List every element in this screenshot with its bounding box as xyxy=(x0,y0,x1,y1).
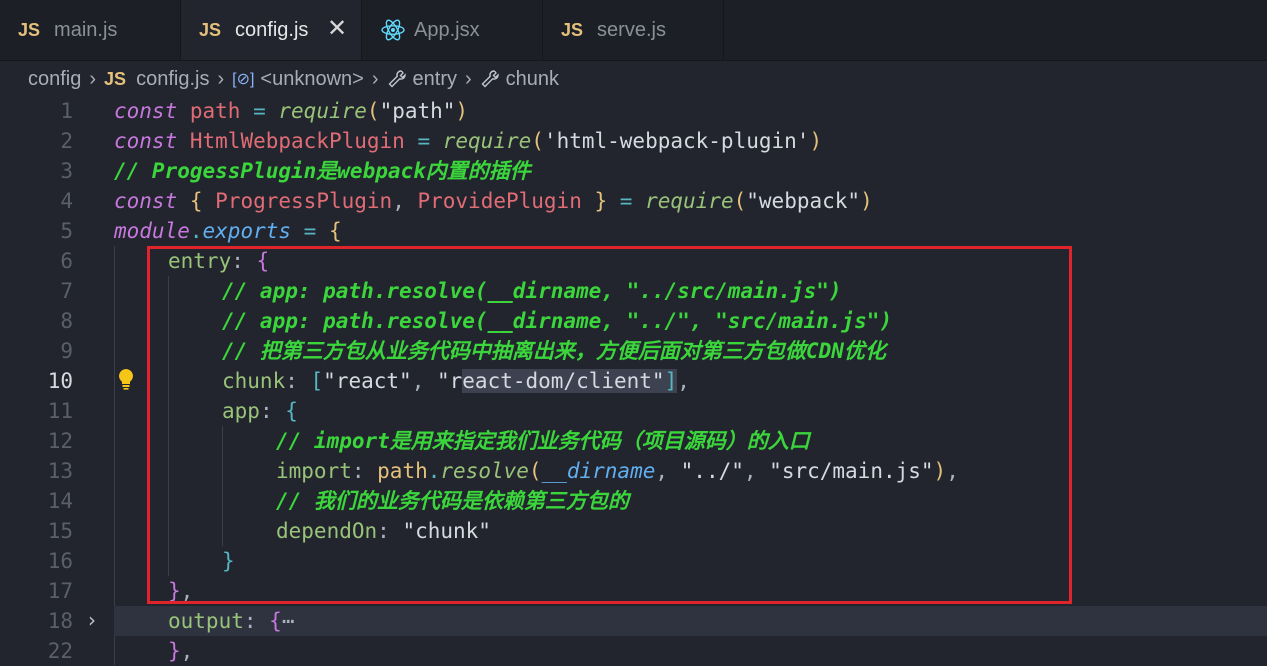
tab-label: serve.js xyxy=(597,18,666,41)
js-file-icon: JS xyxy=(18,19,41,40)
tab-app-jsx[interactable]: App.jsx xyxy=(362,0,543,60)
line-number: 14 xyxy=(47,489,73,513)
lightbulb-icon[interactable] xyxy=(116,368,136,390)
variable-icon: [⊘] xyxy=(232,71,255,88)
line-number: 2 xyxy=(60,129,73,153)
line-number: 3 xyxy=(60,159,73,183)
line-number: 6 xyxy=(60,249,73,273)
line-number: 16 xyxy=(47,549,73,573)
line-number: 11 xyxy=(47,399,73,423)
tab-label: main.js xyxy=(54,18,118,41)
js-file-icon: JS xyxy=(199,19,222,40)
breadcrumb: config › JS config.js › [⊘] <unknown> › … xyxy=(0,60,1267,98)
line-number: 10 xyxy=(47,369,73,393)
line-number: 7 xyxy=(60,279,73,303)
tab-bar: JS main.js JS config.js ✕ App.jsx JS ser… xyxy=(0,0,1267,61)
line-number: 17 xyxy=(47,579,73,603)
line-number: 4 xyxy=(60,189,73,213)
tab-serve-js[interactable]: JS serve.js xyxy=(543,0,724,60)
chevron-right-icon: › xyxy=(371,67,379,90)
breadcrumb-symbol-chunk[interactable]: chunk xyxy=(506,68,559,91)
code-line: 3 // ProgessPlugin是webpack内置的插件 xyxy=(0,156,1267,186)
tab-main-js[interactable]: JS main.js xyxy=(0,0,181,60)
wrench-icon xyxy=(481,70,499,88)
line-number: 12 xyxy=(47,429,73,453)
chevron-right-icon: › xyxy=(464,67,472,90)
line-number: 8 xyxy=(60,309,73,333)
code-line: 4 const { ProgressPlugin, ProvidePlugin … xyxy=(0,186,1267,216)
line-number: 15 xyxy=(47,519,73,543)
line-number: 13 xyxy=(47,459,73,483)
tab-config-js[interactable]: JS config.js ✕ xyxy=(181,0,362,60)
chevron-right-icon: › xyxy=(217,67,225,90)
line-number: 1 xyxy=(60,99,73,123)
code-line: 5 module.exports = { xyxy=(0,216,1267,246)
highlight-box xyxy=(147,246,1072,604)
close-icon[interactable]: ✕ xyxy=(327,16,347,42)
breadcrumb-file[interactable]: config.js xyxy=(136,68,209,91)
wrench-icon xyxy=(388,70,406,88)
line-number: 18 xyxy=(47,609,73,633)
react-icon xyxy=(381,19,405,41)
code-line-folded: 18 output: {⋯ xyxy=(0,606,1267,636)
code-line: 2 const HtmlWebpackPlugin = require('htm… xyxy=(0,126,1267,156)
js-file-icon: JS xyxy=(561,19,584,40)
code-line: 22 }, xyxy=(0,636,1267,666)
line-number: 22 xyxy=(47,639,73,663)
breadcrumb-symbol-entry[interactable]: entry xyxy=(413,68,457,91)
folded-ellipsis[interactable]: ⋯ xyxy=(282,609,295,633)
fold-chevron-icon[interactable]: › xyxy=(88,608,96,632)
tab-label: config.js xyxy=(235,18,309,41)
line-number: 9 xyxy=(60,339,73,363)
line-number: 5 xyxy=(60,219,73,243)
tab-label: App.jsx xyxy=(414,18,480,41)
breadcrumb-symbol-unknown[interactable]: <unknown> xyxy=(260,68,363,91)
chevron-right-icon: › xyxy=(89,67,97,90)
js-file-icon: JS xyxy=(104,68,127,89)
code-line: 1 const path = require("path") xyxy=(0,96,1267,126)
breadcrumb-folder[interactable]: config xyxy=(28,68,81,91)
